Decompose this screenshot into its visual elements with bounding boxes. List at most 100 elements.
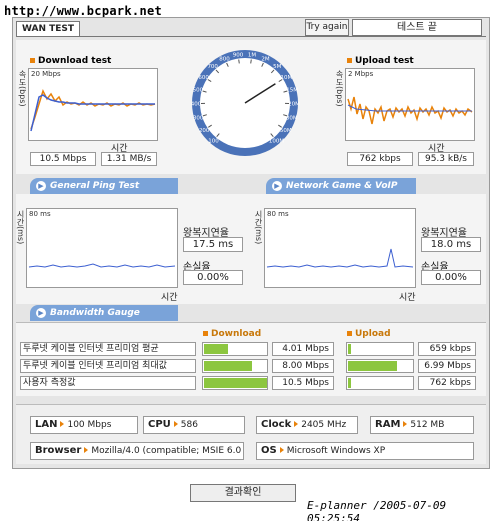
download-graph-svg <box>30 88 156 132</box>
ping-rtt-value: 17.5 ms <box>183 237 243 252</box>
gauge-tick-mark <box>238 59 240 64</box>
ping-loss-value: 0.00% <box>183 270 243 285</box>
upload-bar <box>346 376 414 390</box>
gauge-tick-label: 1M <box>248 53 256 59</box>
gauge-tick-label: 200 <box>199 128 210 134</box>
download-value: 8.00 Mbps <box>272 359 334 373</box>
gauge-tick-label: 800 <box>219 57 230 63</box>
upload-bar <box>346 359 414 373</box>
gauge-tick-label: 100M <box>269 139 284 145</box>
upload-value: 6.99 Mbps <box>418 359 476 373</box>
bandwidth-row-label: 두루넷 케이블 인터넷 프리미엄 최대값 <box>20 359 196 373</box>
triangle-icon <box>173 421 178 427</box>
bandwidth-upload-header: Upload <box>347 329 391 339</box>
gauge-tick-label: 30M <box>286 115 298 121</box>
ping-graph: 80 ms <box>26 208 178 288</box>
ping-scale: 80 ms <box>29 210 51 218</box>
ping-y-label: 시간(ms) <box>16 210 25 245</box>
ping-series <box>28 263 176 268</box>
square-icon <box>203 331 208 336</box>
triangle-icon <box>294 421 299 427</box>
game-voip-header: ▶Network Game & VoIP Test <box>266 178 416 207</box>
footer-timestamp: E-planner /2005-07-09 05:25:54 <box>307 499 447 521</box>
upload-y-label: 속도(bps) <box>335 70 344 107</box>
download-series-orange <box>30 88 156 130</box>
download-bar-fill <box>204 361 252 371</box>
game-graph-svg <box>266 248 414 268</box>
ping-x-label: 시간 <box>161 293 178 303</box>
gauge-tick-label: 500 <box>193 88 204 94</box>
triangle-icon <box>84 447 89 453</box>
gauge-tick-label: 5M <box>273 64 281 70</box>
game-y-label: 시간(ms) <box>254 210 263 245</box>
cpu-info: CPU 586 <box>143 416 245 434</box>
gauge-tick-label: 700 <box>207 64 218 70</box>
triangle-icon <box>279 447 284 453</box>
download-scale: 20 Mbps <box>31 70 61 78</box>
download-bar <box>202 359 268 373</box>
upload-scale: 2 Mbps <box>348 70 374 78</box>
game-graph: 80 ms <box>264 208 416 288</box>
triangle-icon <box>403 421 408 427</box>
bandwidth-row-label: 사용자 측정값 <box>20 376 196 390</box>
download-y-label: 속도(bps) <box>18 70 27 107</box>
game-series <box>266 248 414 268</box>
download-bar <box>202 376 268 390</box>
download-rate: 1.31 MB/s <box>101 152 157 166</box>
square-icon <box>347 331 352 336</box>
upload-bar-fill <box>348 361 397 371</box>
download-graph: 20 Mbps <box>28 68 158 141</box>
gauge-tick-label: 20M <box>288 102 300 108</box>
square-icon <box>30 58 35 63</box>
speed-gauge: 100200300400500600700800900 1M2M5M10M15M2… <box>191 50 300 156</box>
arrow-icon: ▶ <box>36 180 46 191</box>
bandwidth-row-label: 두루넷 케이블 인터넷 프리미엄 평균 <box>20 342 196 356</box>
watermark-url: http://www.bcpark.net <box>4 4 163 18</box>
divider <box>16 36 486 37</box>
upload-bar <box>346 342 414 356</box>
upload-value: 659 kbps <box>418 342 476 356</box>
general-ping-header: ▶ General Ping Test <box>30 178 178 194</box>
clock-info: Clock 2405 MHz <box>256 416 358 434</box>
bandwidth-gauge-header: ▶ Bandwidth Gauge <box>30 305 178 321</box>
upload-value: 762 kbps <box>418 376 476 390</box>
game-scale: 80 ms <box>267 210 289 218</box>
upload-graph-svg <box>347 96 473 125</box>
bandwidth-download-header: Download <box>203 329 261 339</box>
arrow-icon: ▶ <box>36 307 46 318</box>
ping-graph-svg <box>28 263 176 268</box>
download-bar-fill <box>204 344 228 354</box>
gauge-tick-label: 300 <box>193 115 204 121</box>
triangle-icon <box>60 421 65 427</box>
game-rtt-value: 18.0 ms <box>421 237 481 252</box>
gauge-tick-label: 900 <box>233 53 244 59</box>
tab-wan-test[interactable]: WAN TEST <box>16 21 80 37</box>
status-display: 테스트 끝 <box>352 19 482 36</box>
confirm-results-button[interactable]: 결과확인 <box>190 484 296 502</box>
download-speed: 10.5 Mbps <box>30 152 96 166</box>
upload-speed: 762 kbps <box>347 152 413 166</box>
gauge-tick-label: 15M <box>286 88 298 94</box>
upload-bar-fill <box>348 344 351 354</box>
gauge-tick-label: 2M <box>261 57 269 63</box>
gauge-tick-label: 400 <box>191 102 202 108</box>
download-bar <box>202 342 268 356</box>
gauge-tick-mark <box>250 59 252 64</box>
upload-test-title: Upload test <box>347 56 414 66</box>
lan-info: LAN 100 Mbps <box>30 416 138 434</box>
upload-bar-fill <box>348 378 351 388</box>
gauge-tick-label: 50M <box>280 128 292 134</box>
download-test-title: Download test <box>30 56 111 66</box>
os-info: OS Microsoft Windows XP <box>256 442 474 460</box>
try-again-button[interactable]: Try again <box>305 19 349 36</box>
ram-info: RAM 512 MB <box>370 416 474 434</box>
download-series-blue <box>30 94 155 132</box>
upload-rate: 95.3 kB/s <box>418 152 474 166</box>
download-value: 4.01 Mbps <box>272 342 334 356</box>
square-icon <box>347 58 352 63</box>
arrow-icon: ▶ <box>272 180 282 191</box>
download-value: 10.5 Mbps <box>272 376 334 390</box>
game-loss-value: 0.00% <box>421 270 481 285</box>
game-x-label: 시간 <box>399 293 416 303</box>
download-bar-fill <box>204 378 267 388</box>
